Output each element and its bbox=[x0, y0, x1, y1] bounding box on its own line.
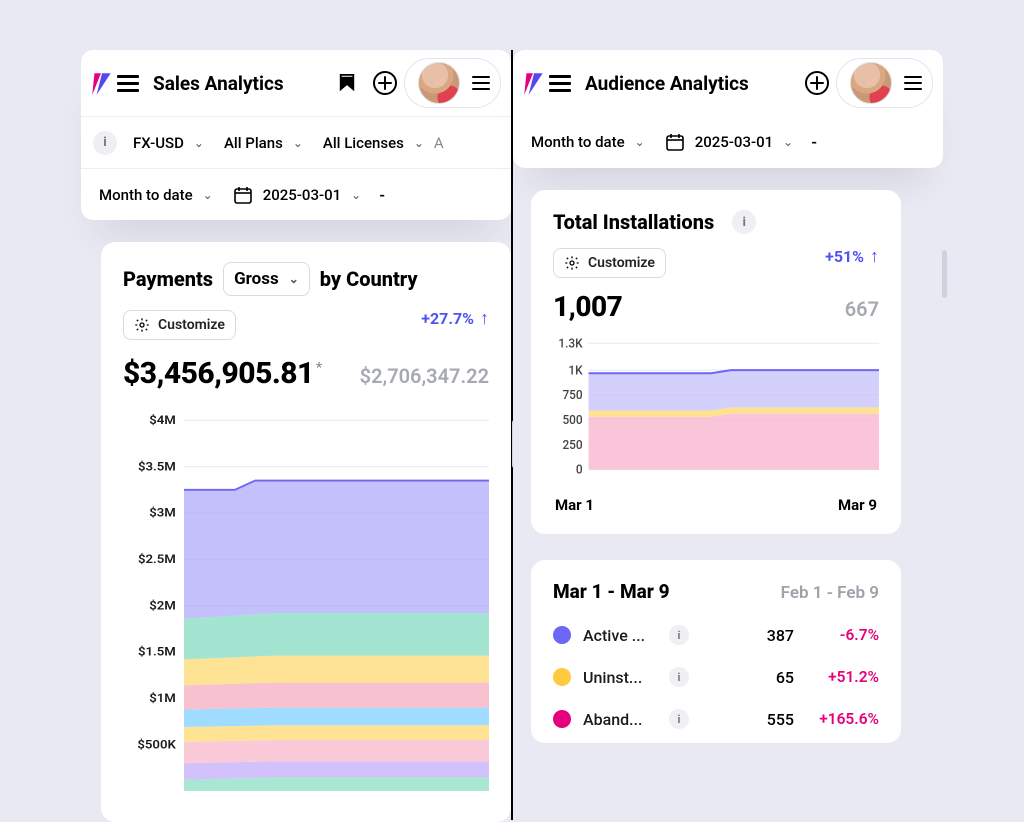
payments-suffix: by Country bbox=[320, 267, 418, 291]
row-label: Active ... bbox=[583, 626, 669, 645]
row-value: 387 bbox=[714, 626, 794, 645]
plans-dropdown[interactable]: All Plans⌄ bbox=[214, 134, 313, 152]
installations-card: Total Installations i Customize +51%↑ 1,… bbox=[531, 190, 901, 534]
date-range-dash: - bbox=[371, 186, 393, 204]
svg-text:$3M: $3M bbox=[149, 506, 176, 520]
app-logo-icon bbox=[89, 70, 115, 96]
svg-text:$3.5M: $3.5M bbox=[138, 460, 176, 474]
table-row: Aband...i 555+165.6% bbox=[553, 709, 879, 729]
user-menu[interactable] bbox=[836, 58, 933, 108]
info-icon[interactable]: i bbox=[669, 709, 689, 729]
breakdown-table: Mar 1 - Mar 9 Feb 1 - Feb 9 Active ...i3… bbox=[531, 560, 901, 743]
scrollbar[interactable] bbox=[942, 250, 947, 298]
table-period: Mar 1 - Mar 9 bbox=[553, 580, 670, 603]
chart-x-start: Mar 1 bbox=[555, 496, 594, 514]
date-picker[interactable]: 2025-03-01⌄ bbox=[655, 132, 803, 152]
installations-prev: 667 bbox=[845, 297, 879, 321]
row-value: 555 bbox=[714, 710, 794, 729]
info-icon[interactable]: i bbox=[669, 667, 689, 687]
payments-value: $3,456,905.81* bbox=[123, 356, 322, 391]
calendar-icon bbox=[233, 185, 253, 205]
customize-icon bbox=[564, 255, 580, 271]
bookmark-icon[interactable] bbox=[328, 64, 366, 102]
customize-icon bbox=[134, 317, 150, 333]
series-dot bbox=[553, 710, 571, 728]
table-row: Uninst...i 65+51.2% bbox=[553, 667, 879, 687]
add-button[interactable] bbox=[798, 64, 836, 102]
svg-text:1.3K: 1.3K bbox=[558, 337, 583, 350]
menu-icon[interactable] bbox=[549, 72, 571, 94]
svg-text:0: 0 bbox=[576, 462, 583, 476]
payments-trend: +27.7%↑ bbox=[421, 308, 489, 329]
add-button[interactable] bbox=[366, 64, 404, 102]
row-pct: +51.2% bbox=[794, 668, 879, 686]
row-value: 65 bbox=[714, 668, 794, 687]
date-picker[interactable]: 2025-03-01⌄ bbox=[223, 185, 371, 205]
row-pct: +165.6% bbox=[794, 710, 879, 728]
menu-icon[interactable] bbox=[117, 72, 139, 94]
range-dropdown[interactable]: Month to date⌄ bbox=[521, 133, 655, 151]
svg-text:750: 750 bbox=[562, 388, 582, 402]
page-title: Audience Analytics bbox=[585, 72, 749, 95]
svg-text:1K: 1K bbox=[568, 363, 583, 377]
filters-row: Month to date⌄ 2025-03-01⌄ - bbox=[513, 116, 943, 168]
installations-title: Total Installations bbox=[553, 210, 714, 234]
filters-row-1: i FX-USD⌄ All Plans⌄ All Licenses⌄ A bbox=[81, 116, 511, 168]
payments-prev: $2,706,347.22 bbox=[360, 364, 489, 388]
svg-text:$1M: $1M bbox=[149, 692, 176, 706]
user-menu[interactable] bbox=[404, 58, 501, 108]
page-title: Sales Analytics bbox=[153, 72, 284, 95]
calendar-icon bbox=[665, 132, 685, 152]
app-logo-icon bbox=[521, 70, 547, 96]
series-dot bbox=[553, 626, 571, 644]
customize-button[interactable]: Customize bbox=[553, 248, 666, 278]
avatar bbox=[850, 62, 892, 104]
installations-value: 1,007 bbox=[553, 290, 622, 323]
date-range-dash: - bbox=[803, 133, 825, 151]
licenses-dropdown[interactable]: All Licenses⌄ bbox=[313, 134, 434, 152]
svg-text:500: 500 bbox=[562, 413, 582, 427]
series-dot bbox=[553, 668, 571, 686]
svg-text:$500K: $500K bbox=[137, 738, 177, 752]
sales-header: Sales Analytics bbox=[81, 50, 511, 116]
svg-text:$2M: $2M bbox=[149, 599, 176, 613]
payments-title: Payments bbox=[123, 267, 213, 291]
range-dropdown[interactable]: Month to date⌄ bbox=[89, 186, 223, 204]
row-label: Aband... bbox=[583, 710, 669, 729]
user-menu-icon bbox=[466, 68, 496, 98]
chart-x-end: Mar 9 bbox=[838, 496, 877, 514]
filters-row-2: Month to date⌄ 2025-03-01⌄ - bbox=[81, 168, 511, 220]
fx-dropdown[interactable]: FX-USD⌄ bbox=[123, 134, 214, 152]
info-icon[interactable]: i bbox=[732, 210, 756, 234]
customize-button[interactable]: Customize bbox=[123, 310, 236, 340]
svg-text:$1.5M: $1.5M bbox=[138, 645, 176, 659]
payments-card: Payments Gross⌄ by Country Customize +27… bbox=[101, 242, 511, 822]
filter-overflow: A bbox=[434, 134, 444, 152]
info-icon[interactable]: i bbox=[93, 131, 117, 155]
payments-chart: $4M $3.5M $3M $2.5M $2M $1.5M $1M $500K bbox=[123, 411, 489, 791]
row-pct: -6.7% bbox=[794, 626, 879, 644]
svg-text:250: 250 bbox=[562, 438, 582, 452]
table-prev-period: Feb 1 - Feb 9 bbox=[781, 583, 879, 603]
installations-chart: 1.3K 1K 750 500 250 0 bbox=[553, 337, 879, 482]
table-row: Active ...i 387-6.7% bbox=[553, 625, 879, 645]
audience-header: Audience Analytics bbox=[513, 50, 943, 116]
info-icon[interactable]: i bbox=[669, 625, 689, 645]
svg-text:$4M: $4M bbox=[149, 413, 176, 427]
avatar bbox=[418, 62, 460, 104]
svg-text:$2.5M: $2.5M bbox=[138, 553, 176, 567]
user-menu-icon bbox=[898, 68, 928, 98]
gross-dropdown[interactable]: Gross⌄ bbox=[223, 262, 310, 296]
row-label: Uninst... bbox=[583, 668, 669, 687]
installations-trend: +51%↑ bbox=[825, 246, 879, 267]
